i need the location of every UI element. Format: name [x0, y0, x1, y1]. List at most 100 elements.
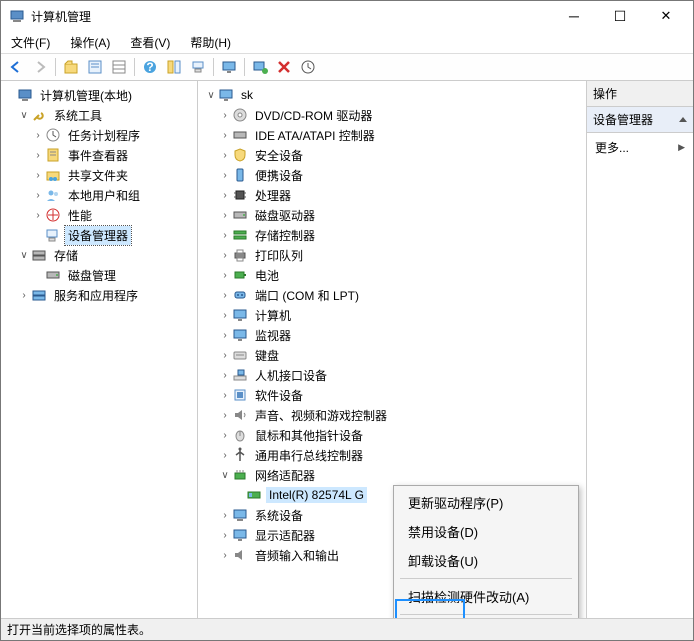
node-root-computer[interactable]: ∨sk	[200, 85, 584, 105]
node-performance[interactable]: › 性能	[3, 205, 195, 225]
node-dvd[interactable]: ›DVD/CD-ROM 驱动器	[200, 105, 584, 125]
tile-button[interactable]	[163, 56, 185, 78]
actions-more[interactable]: 更多... ▶	[587, 133, 693, 162]
usb-icon	[232, 447, 248, 463]
delete-button[interactable]	[273, 56, 295, 78]
actions-header: 操作	[587, 81, 693, 107]
node-system-tools[interactable]: ∨ 系统工具	[3, 105, 195, 125]
left-tree-pane: 计算机管理(本地) ∨ 系统工具 › 任务计划程序 › 事件查看器	[1, 81, 198, 618]
menu-action[interactable]: 操作(A)	[64, 32, 116, 53]
scan-button[interactable]	[249, 56, 271, 78]
node-software[interactable]: ›软件设备	[200, 385, 584, 405]
node-netadapter[interactable]: ∨网络适配器	[200, 465, 584, 485]
maximize-button[interactable]: ☐	[597, 1, 643, 31]
statusbar: 打开当前选择项的属性表。	[1, 618, 693, 640]
network-icon	[232, 467, 248, 483]
cm-separator	[400, 578, 572, 579]
actions-subheader[interactable]: 设备管理器	[587, 107, 693, 133]
security-icon	[232, 147, 248, 163]
computer-icon	[232, 307, 248, 323]
computer-icon	[218, 87, 234, 103]
node-computer[interactable]: ›计算机	[200, 305, 584, 325]
battery-icon	[232, 267, 248, 283]
computer-mgmt-icon	[17, 87, 33, 103]
cm-update-driver[interactable]: 更新驱动程序(P)	[396, 488, 576, 517]
toolbar-separator	[244, 58, 245, 76]
node-shared-folders[interactable]: › 共享文件夹	[3, 165, 195, 185]
node-device-manager[interactable]: 设备管理器	[3, 225, 195, 245]
minimize-button[interactable]: ─	[551, 1, 597, 31]
menu-file[interactable]: 文件(F)	[5, 32, 56, 53]
chevron-right-icon: ▶	[678, 142, 685, 153]
cm-scan[interactable]: 扫描检测硬件改动(A)	[396, 582, 576, 611]
monitor-icon	[232, 327, 248, 343]
menu-view[interactable]: 查看(V)	[124, 32, 176, 53]
node-battery[interactable]: ›电池	[200, 265, 584, 285]
cm-separator	[400, 614, 572, 615]
device-mgr-icon	[45, 227, 61, 243]
left-tree[interactable]: 计算机管理(本地) ∨ 系统工具 › 任务计划程序 › 事件查看器	[3, 85, 195, 305]
keyboard-icon	[232, 347, 248, 363]
node-portable[interactable]: ›便携设备	[200, 165, 584, 185]
content-area: 计算机管理(本地) ∨ 系统工具 › 任务计划程序 › 事件查看器	[1, 81, 693, 618]
node-ide[interactable]: ›IDE ATA/ATAPI 控制器	[200, 125, 584, 145]
node-monitor[interactable]: ›监视器	[200, 325, 584, 345]
cm-uninstall[interactable]: 卸载设备(U)	[396, 546, 576, 575]
node-computer-mgmt[interactable]: 计算机管理(本地)	[3, 85, 195, 105]
device-tree-pane: ∨sk ›DVD/CD-ROM 驱动器 ›IDE ATA/ATAPI 控制器 ›…	[198, 81, 587, 618]
node-services[interactable]: › 服务和应用程序	[3, 285, 195, 305]
node-keyboard[interactable]: ›键盘	[200, 345, 584, 365]
toolbar-separator	[134, 58, 135, 76]
up-button[interactable]	[60, 56, 82, 78]
close-button[interactable]: ✕	[643, 1, 689, 31]
node-print-queue[interactable]: ›打印队列	[200, 245, 584, 265]
storage-icon	[31, 247, 47, 263]
display-icon	[232, 527, 248, 543]
node-sound[interactable]: ›声音、视频和游戏控制器	[200, 405, 584, 425]
app-icon	[9, 8, 25, 24]
svg-text:?: ?	[146, 60, 153, 74]
printer-icon	[232, 247, 248, 263]
forward-button[interactable]	[29, 56, 51, 78]
shared-folder-icon	[45, 167, 61, 183]
status-text: 打开当前选择项的属性表。	[7, 621, 151, 638]
device-button[interactable]	[187, 56, 209, 78]
node-hid[interactable]: ›人机接口设备	[200, 365, 584, 385]
collapse-icon	[679, 117, 687, 122]
node-event-viewer[interactable]: › 事件查看器	[3, 145, 195, 165]
node-disk[interactable]: ›磁盘驱动器	[200, 205, 584, 225]
titlebar: 计算机管理 ─ ☐ ✕	[1, 1, 693, 31]
node-task-scheduler[interactable]: › 任务计划程序	[3, 125, 195, 145]
monitor-button[interactable]	[218, 56, 240, 78]
toolbar-separator	[213, 58, 214, 76]
node-usb[interactable]: ›通用串行总线控制器	[200, 445, 584, 465]
window-title: 计算机管理	[31, 8, 551, 25]
portable-icon	[232, 167, 248, 183]
refresh-button[interactable]	[297, 56, 319, 78]
storage-ctrl-icon	[232, 227, 248, 243]
properties-button[interactable]	[84, 56, 106, 78]
node-cpu[interactable]: ›处理器	[200, 185, 584, 205]
nic-icon	[246, 487, 262, 503]
help-button[interactable]: ?	[139, 56, 161, 78]
event-icon	[45, 147, 61, 163]
cm-disable[interactable]: 禁用设备(D)	[396, 517, 576, 546]
node-local-users[interactable]: › 本地用户和组	[3, 185, 195, 205]
actions-pane: 操作 设备管理器 更多... ▶	[587, 81, 693, 618]
perf-icon	[45, 207, 61, 223]
cpu-icon	[232, 187, 248, 203]
sound-icon	[232, 407, 248, 423]
node-storage[interactable]: ∨ 存储	[3, 245, 195, 265]
port-icon	[232, 287, 248, 303]
services-icon	[31, 287, 47, 303]
dvd-icon	[232, 107, 248, 123]
node-storage-ctrl[interactable]: ›存储控制器	[200, 225, 584, 245]
node-ports[interactable]: ›端口 (COM 和 LPT)	[200, 285, 584, 305]
node-security[interactable]: ›安全设备	[200, 145, 584, 165]
menubar: 文件(F) 操作(A) 查看(V) 帮助(H)	[1, 31, 693, 53]
back-button[interactable]	[5, 56, 27, 78]
list-view-button[interactable]	[108, 56, 130, 78]
node-mouse[interactable]: ›鼠标和其他指针设备	[200, 425, 584, 445]
node-disk-mgmt[interactable]: 磁盘管理	[3, 265, 195, 285]
menu-help[interactable]: 帮助(H)	[184, 32, 237, 53]
